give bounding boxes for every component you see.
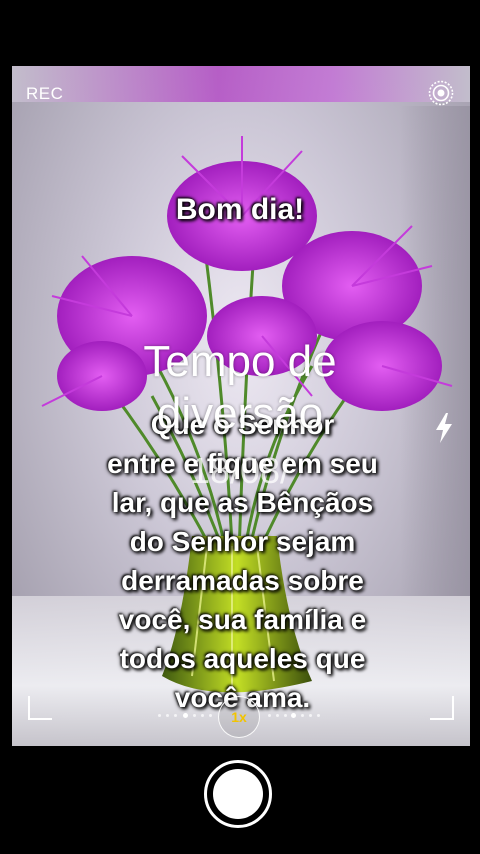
zoom-tick [276, 714, 279, 717]
frame-corner-bottom-right [430, 696, 454, 720]
zoom-tick [268, 714, 271, 717]
zoom-level-button[interactable]: 1x [218, 696, 260, 738]
zoom-tick [193, 714, 196, 717]
zoom-tick [183, 713, 188, 718]
message-line: derramadas sobre [121, 565, 364, 596]
overlay-title-line: diversão [156, 389, 324, 438]
flash-bolt-icon[interactable] [433, 412, 455, 444]
zoom-tick [284, 714, 287, 717]
zoom-tick [317, 714, 320, 717]
settings-ring-icon[interactable] [428, 80, 454, 106]
zoom-tick [209, 714, 212, 717]
message-line: do Senhor sejam [129, 526, 356, 557]
shutter-inner-circle [213, 769, 263, 819]
frame-corner-bottom-left [28, 696, 52, 720]
zoom-tick [174, 714, 177, 717]
zoom-tick [166, 714, 169, 717]
zoom-tick [291, 713, 296, 718]
overlay-date: 18/08/ [189, 450, 291, 491]
image-greeting-text: Bom dia! [175, 193, 305, 226]
zoom-tick [301, 714, 304, 717]
shutter-button[interactable] [204, 760, 272, 828]
zoom-tick [309, 714, 312, 717]
overlay-title: Tempo de diversão [0, 336, 480, 440]
zoom-tick [158, 714, 161, 717]
message-line: você, sua família e [118, 604, 367, 635]
rec-label[interactable]: REC [26, 84, 63, 104]
overlay-title-line: Tempo de [143, 337, 337, 386]
message-line: todos aqueles que [119, 643, 366, 674]
zoom-tick [201, 714, 204, 717]
